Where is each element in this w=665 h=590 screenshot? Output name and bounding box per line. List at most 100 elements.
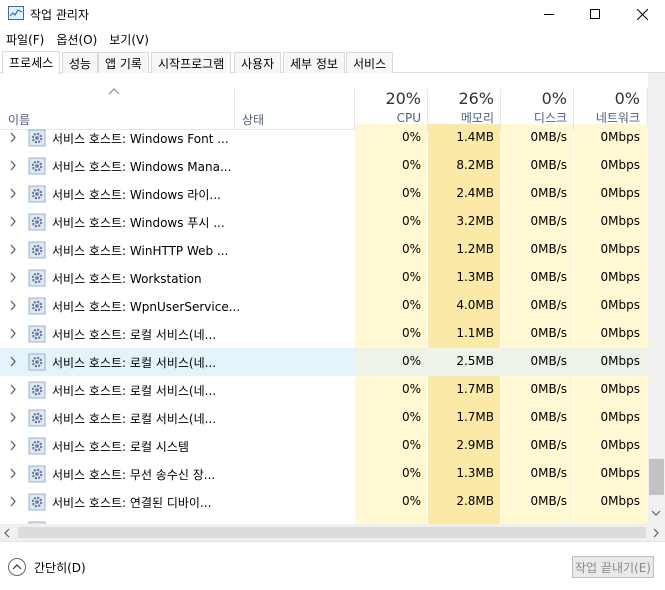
process-name: 서비스 호스트: Windows 푸시 ... — [52, 216, 225, 230]
disk-value: 0MB/s — [530, 130, 567, 144]
memory-value: 8.2MB — [456, 158, 494, 172]
close-button[interactable] — [619, 0, 665, 28]
cpu-total: 20% — [385, 89, 421, 108]
table-row[interactable]: 서비스 호스트: 연결된 디바이... 0% 2.8MB 0MB/s 0Mbps — [0, 488, 648, 516]
expand-chevron-icon[interactable] — [9, 216, 17, 227]
process-name: 서비스 호스트: Windows 라이... — [52, 188, 221, 202]
minimize-button[interactable] — [526, 0, 572, 28]
disk-value: 0MB/s — [530, 186, 567, 200]
expand-chevron-icon[interactable] — [9, 412, 17, 423]
memory-value: 2.5MB — [456, 354, 494, 368]
scroll-down-icon[interactable] — [651, 509, 661, 517]
service-gear-icon — [28, 325, 46, 343]
process-name: 서비스 호스트: Windows Mana... — [52, 160, 232, 174]
table-row[interactable]: 서비스 호스트: 로컬 시스템 0% 2.9MB 0MB/s 0Mbps — [0, 432, 648, 460]
disk-value: 0MB/s — [530, 298, 567, 312]
tab-details[interactable]: 세부 정보 — [283, 52, 345, 73]
cpu-value: 0% — [401, 410, 421, 424]
table-row[interactable]: 서비스 호스트: 무선 송수신 장... 0% 1.3MB 0MB/s 0Mbps — [0, 460, 648, 488]
cpu-value: 0% — [401, 242, 421, 256]
menu-bar: 파일(F) 옵션(O) 보기(V) — [0, 28, 665, 50]
memory-value: 1.3MB — [456, 466, 494, 480]
chevron-up-icon — [12, 564, 22, 570]
scroll-right-icon[interactable] — [652, 528, 660, 538]
service-gear-icon — [28, 269, 46, 287]
table-row[interactable]: 서비스 호스트: Windows 푸시 ... 0% 3.2MB 0MB/s 0Mbps — [0, 208, 648, 236]
cpu-value: 0% — [401, 298, 421, 312]
table-row[interactable]: 서비스 호스트: 로컬 서비스(네... 0% 2.5MB 0MB/s 0Mbps — [0, 348, 648, 376]
disk-value: 0MB/s — [530, 438, 567, 452]
disk-value: 0MB/s — [530, 466, 567, 480]
table-row[interactable]: 서비스 호스트: 로컬 서비스(네... 0% 1.7MB 0MB/s 0Mbps — [0, 404, 648, 432]
process-name: 서비스 호스트: 로컬 서비스(네... — [52, 356, 217, 370]
expand-chevron-icon[interactable] — [9, 468, 17, 479]
cpu-value: 0% — [401, 270, 421, 284]
expand-chevron-icon[interactable] — [9, 132, 17, 143]
table-row[interactable]: 서비스 호스트: 오디오 엔드포... — [0, 516, 648, 524]
service-gear-icon — [28, 185, 46, 203]
disk-value: 0MB/s — [530, 410, 567, 424]
expand-chevron-icon[interactable] — [9, 328, 17, 339]
network-value: 0Mbps — [600, 214, 640, 228]
cpu-value: 0% — [401, 382, 421, 396]
service-gear-icon — [28, 465, 46, 483]
fewer-details-label[interactable]: 간단히(D) — [34, 559, 86, 576]
tab-services[interactable]: 서비스 — [346, 52, 394, 73]
cpu-value: 0% — [401, 130, 421, 144]
network-value: 0Mbps — [600, 158, 640, 172]
table-row[interactable]: 서비스 호스트: Windows 라이... 0% 2.4MB 0MB/s 0Mbps — [0, 180, 648, 208]
expand-chevron-icon[interactable] — [9, 188, 17, 199]
sort-ascending-icon[interactable] — [108, 87, 120, 95]
vertical-scrollbar[interactable] — [648, 73, 665, 524]
fewer-details-button[interactable] — [8, 558, 26, 576]
menu-file[interactable]: 파일(F) — [0, 28, 50, 50]
process-name: 서비스 호스트: WpnUserService... — [52, 300, 241, 314]
expand-chevron-icon[interactable] — [9, 496, 17, 507]
column-header: 이름 상태 20% CPU 26% 메모리 0% 디스크 0% 네트워크 전 — [0, 73, 665, 130]
horizontal-scroll-thumb[interactable] — [18, 527, 646, 538]
tab-users[interactable]: 사용자 — [234, 52, 282, 73]
expand-chevron-icon[interactable] — [9, 160, 17, 171]
network-value: 0Mbps — [600, 466, 640, 480]
expand-chevron-icon[interactable] — [9, 356, 17, 367]
task-manager-icon — [8, 6, 24, 20]
table-row[interactable]: 서비스 호스트: WinHTTP Web ... 0% 1.2MB 0MB/s 0Mbp… — [0, 236, 648, 264]
maximize-icon — [590, 9, 600, 19]
expand-chevron-icon[interactable] — [9, 440, 17, 451]
service-gear-icon — [28, 297, 46, 315]
table-row[interactable]: 서비스 호스트: 로컬 서비스(네... 0% 1.7MB 0MB/s 0Mbps — [0, 376, 648, 404]
memory-value: 3.2MB — [456, 214, 494, 228]
cpu-value: 0% — [401, 494, 421, 508]
table-row[interactable]: 서비스 호스트: WpnUserService... 0% 4.0MB 0MB/s 0M… — [0, 292, 648, 320]
table-row[interactable]: 서비스 호스트: Windows Mana... 0% 8.2MB 0MB/s 0Mbp… — [0, 152, 648, 180]
network-value: 0Mbps — [600, 494, 640, 508]
tab-app-history[interactable]: 앱 기록 — [98, 52, 149, 73]
disk-value: 0MB/s — [530, 242, 567, 256]
disk-value: 0MB/s — [530, 354, 567, 368]
tab-processes[interactable]: 프로세스 — [2, 51, 61, 74]
tab-performance[interactable]: 성능 — [62, 52, 99, 73]
table-row[interactable]: 서비스 호스트: Workstation 0% 1.3MB 0MB/s 0Mbps — [0, 264, 648, 292]
expand-chevron-icon[interactable] — [9, 272, 17, 283]
process-name: 서비스 호스트: 로컬 서비스(네... — [52, 328, 217, 342]
expand-chevron-icon[interactable] — [9, 384, 17, 395]
vertical-scroll-thumb[interactable] — [649, 459, 664, 495]
memory-value: 1.1MB — [456, 326, 494, 340]
service-gear-icon — [28, 353, 46, 371]
maximize-button[interactable] — [572, 0, 618, 28]
memory-total: 26% — [458, 89, 494, 108]
expand-chevron-icon[interactable] — [9, 300, 17, 311]
table-row[interactable]: 서비스 호스트: Windows Font ... 0% 1.4MB 0MB/s 0Mb… — [0, 124, 648, 152]
horizontal-scrollbar[interactable] — [0, 524, 665, 541]
menu-view[interactable]: 보기(V) — [103, 28, 155, 50]
expand-chevron-icon[interactable] — [9, 244, 17, 255]
scroll-left-icon[interactable] — [3, 528, 11, 538]
tab-startup[interactable]: 시작프로그램 — [151, 52, 232, 73]
memory-value: 1.3MB — [456, 270, 494, 284]
table-row[interactable]: 서비스 호스트: 로컬 서비스(네... 0% 1.1MB 0MB/s 0Mbps — [0, 320, 648, 348]
memory-value: 2.8MB — [456, 494, 494, 508]
disk-total: 0% — [541, 89, 567, 108]
menu-options[interactable]: 옵션(O) — [50, 28, 103, 50]
network-value: 0Mbps — [600, 270, 640, 284]
end-task-button[interactable]: 작업 끝내기(E) — [572, 556, 654, 578]
